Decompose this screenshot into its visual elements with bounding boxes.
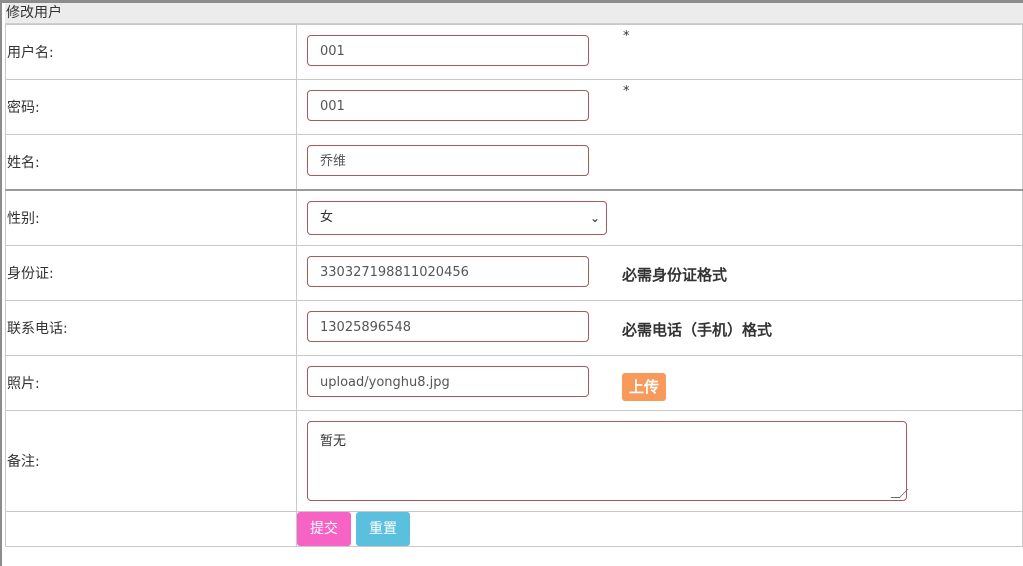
id-card-input[interactable]: 330327198811020456 [307,256,589,287]
name-cell: 乔维 [296,134,1023,191]
gender-label: 性别: [5,189,297,246]
password-input[interactable]: 001 [307,90,589,121]
gender-select[interactable]: 女 ⌄ [307,201,607,235]
edit-user-panel: 修改用户 用户名: 001 * 密码: 001 * 姓名: 乔维 性别: 女 ⌄… [5,3,1023,547]
name-label: 姓名: [5,134,297,191]
phone-cell: 13025896548 必需电话（手机）格式 [296,300,1023,356]
password-required-mark: * [623,84,630,99]
photo-cell: upload/yonghu8.jpg 上传 [296,355,1023,411]
gender-selected-value: 女 [320,210,334,225]
edit-user-form: 用户名: 001 * 密码: 001 * 姓名: 乔维 性别: 女 ⌄ 身份证:… [5,24,1023,547]
row-id-card: 身份证: 330327198811020456 必需身份证格式 [5,245,1023,301]
actions-cell: 提交 重置 [296,511,1023,547]
password-label: 密码: [5,79,297,135]
left-border [0,0,2,566]
phone-label: 联系电话: [5,300,297,356]
row-actions: 提交 重置 [5,511,1023,547]
name-value: 乔维 [320,154,347,169]
chevron-down-icon: ⌄ [589,211,600,225]
upload-button[interactable]: 上传 [622,373,666,401]
name-input[interactable]: 乔维 [307,145,589,176]
photo-input[interactable]: upload/yonghu8.jpg [307,366,589,397]
remark-cell: 暂无 [296,410,1023,512]
id-card-cell: 330327198811020456 必需身份证格式 [296,245,1023,301]
id-card-value: 330327198811020456 [320,265,469,280]
actions-label-cell [5,511,297,547]
phone-value: 13025896548 [320,320,411,335]
password-value: 001 [320,99,345,114]
gender-cell: 女 ⌄ [296,189,1023,246]
username-input[interactable]: 001 [307,35,589,66]
submit-button[interactable]: 提交 [297,512,351,546]
password-cell: 001 * [296,79,1023,135]
row-password: 密码: 001 * [5,79,1023,135]
username-required-mark: * [623,29,630,44]
username-value: 001 [320,44,345,59]
remark-label: 备注: [5,410,297,512]
id-card-label: 身份证: [5,245,297,301]
row-photo: 照片: upload/yonghu8.jpg 上传 [5,355,1023,411]
row-name: 姓名: 乔维 [5,134,1023,191]
username-label: 用户名: [5,24,297,80]
phone-input[interactable]: 13025896548 [307,311,589,342]
row-remark: 备注: 暂无 [5,410,1023,512]
photo-value: upload/yonghu8.jpg [320,375,450,390]
reset-button[interactable]: 重置 [356,512,410,546]
phone-hint: 必需电话（手机）格式 [622,321,773,339]
row-phone: 联系电话: 13025896548 必需电话（手机）格式 [5,300,1023,356]
row-gender: 性别: 女 ⌄ [5,189,1023,246]
username-cell: 001 * [296,24,1023,80]
remark-textarea[interactable]: 暂无 [307,421,909,501]
resize-grip-icon[interactable] [890,489,909,498]
remark-value: 暂无 [320,434,347,449]
panel-title: 修改用户 [5,3,1023,24]
photo-label: 照片: [5,355,297,411]
row-username: 用户名: 001 * [5,24,1023,80]
id-card-hint: 必需身份证格式 [622,266,728,284]
